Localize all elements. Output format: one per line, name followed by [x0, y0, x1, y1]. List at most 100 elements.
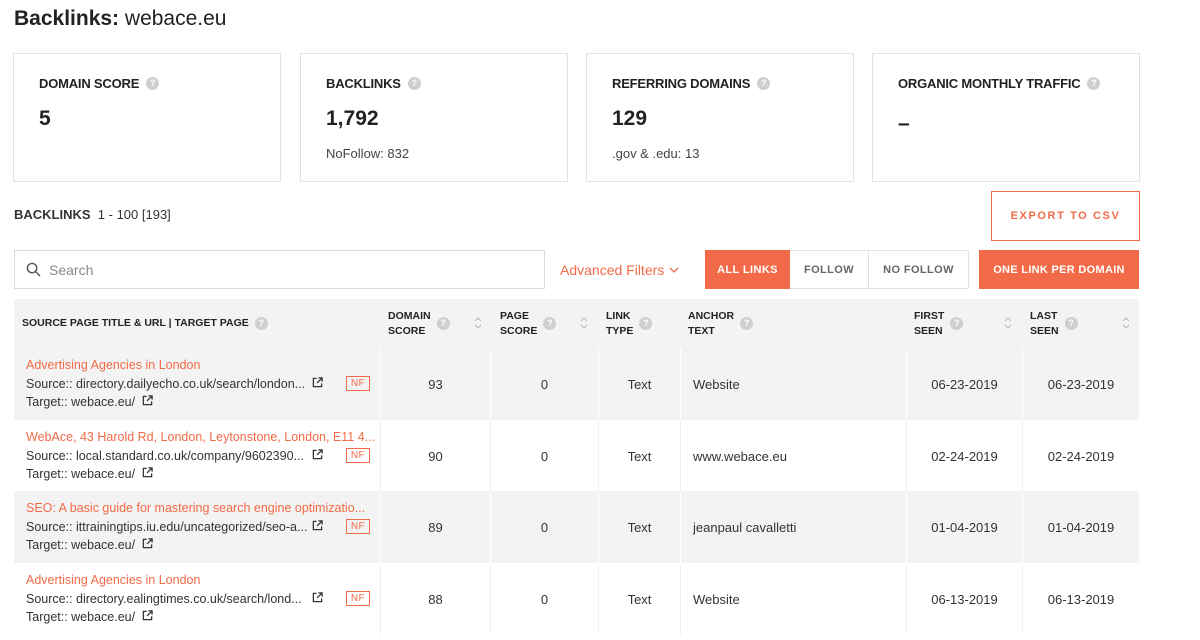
column-page-score[interactable]: PAGE SCORE ? — [500, 299, 557, 348]
column-divider — [680, 563, 681, 635]
column-label-line: LINK — [606, 309, 631, 322]
column-label-line: DOMAIN — [388, 309, 431, 322]
first-seen-cell: 06-23-2019 — [931, 376, 998, 392]
page-score-cell: 0 — [540, 519, 549, 535]
domain-score-card: DOMAIN SCORE? 5 — [13, 53, 281, 182]
column-label-line: TEXT — [688, 324, 715, 337]
filter-no-follow[interactable]: NO FOLLOW — [868, 250, 969, 289]
nofollow-badge: NF — [346, 448, 370, 463]
anchor-text-cell: Website — [693, 376, 740, 392]
source-url: Source:: ittrainingtips.iu.edu/uncategor… — [26, 520, 308, 534]
source-page-title-link[interactable]: Advertising Agencies in London — [26, 573, 200, 587]
external-link-icon[interactable] — [312, 449, 323, 460]
column-divider — [680, 491, 681, 563]
sort-icon[interactable] — [579, 314, 589, 332]
page-title: Backlinks: webace.eu — [14, 7, 226, 31]
backlinks-range-label: BACKLINKS 1 - 100 [193] — [14, 207, 171, 222]
card-value: 129 — [612, 107, 648, 130]
link-type-cell: Text — [627, 591, 652, 607]
sort-icon[interactable] — [1003, 314, 1013, 332]
column-divider — [680, 420, 681, 492]
help-icon[interactable]: ? — [254, 317, 268, 330]
external-link-icon[interactable] — [312, 520, 323, 531]
domain-score-cell: 90 — [428, 448, 443, 464]
target-url: Target:: webace.eu/ — [26, 467, 136, 481]
organic-traffic-card: ORGANIC MONTHLY TRAFFIC? – — [872, 53, 1140, 182]
link-type-cell: Text — [627, 448, 652, 464]
column-label-line: PAGE — [500, 309, 529, 322]
anchor-text-cell: www.webace.eu — [693, 448, 787, 464]
help-icon[interactable]: ? — [407, 77, 421, 90]
domain-score-cell: 93 — [428, 376, 443, 392]
card-label: BACKLINKS — [326, 76, 401, 91]
column-label-line: SEEN — [914, 324, 943, 337]
first-seen-cell: 02-24-2019 — [931, 448, 998, 464]
help-icon[interactable]: ? — [543, 317, 557, 330]
column-first-seen[interactable]: FIRST SEEN ? — [914, 299, 964, 348]
help-icon[interactable]: ? — [740, 317, 754, 330]
source-url: Source:: local.standard.co.uk/company/96… — [26, 449, 304, 463]
card-value: 1,792 — [326, 107, 379, 130]
column-label-line: SCORE — [500, 324, 538, 337]
column-link-type[interactable]: LINK TYPE ? — [606, 299, 653, 348]
source-page-title-link[interactable]: WebAce, 43 Harold Rd, London, Leytonston… — [26, 430, 375, 444]
anchor-text-cell: Website — [693, 591, 740, 607]
help-icon[interactable]: ? — [146, 77, 160, 90]
column-divider — [680, 348, 681, 420]
target-url: Target:: webace.eu/ — [26, 610, 136, 624]
help-icon[interactable]: ? — [757, 77, 771, 90]
filter-follow[interactable]: FOLLOW — [790, 250, 869, 289]
external-link-icon[interactable] — [142, 395, 153, 406]
help-icon[interactable]: ? — [950, 317, 964, 330]
one-link-per-domain-button[interactable]: ONE LINK PER DOMAIN — [979, 250, 1139, 289]
table-header: SOURCE PAGE TITLE & URL | TARGET PAGE ? … — [14, 299, 1139, 348]
column-label-line: ANCHOR — [688, 309, 735, 322]
external-link-icon[interactable] — [142, 610, 153, 621]
search-input[interactable] — [49, 261, 529, 278]
last-seen-cell: 06-13-2019 — [1047, 591, 1115, 607]
help-icon[interactable]: ? — [436, 317, 450, 330]
column-last-seen[interactable]: LAST SEEN ? — [1030, 299, 1078, 348]
nofollow-badge: NF — [346, 591, 370, 606]
card-value: – — [898, 112, 910, 135]
last-seen-cell: 02-24-2019 — [1047, 448, 1115, 464]
source-page-title-link[interactable]: Advertising Agencies in London — [26, 358, 200, 372]
table-row: Advertising Agencies in London Source:: … — [14, 348, 1139, 420]
anchor-text-cell: jeanpaul cavalletti — [693, 519, 797, 535]
chevron-down-icon — [669, 267, 679, 273]
first-seen-cell: 01-04-2019 — [931, 519, 998, 535]
source-url: Source:: directory.dailyecho.co.uk/searc… — [26, 377, 306, 391]
column-domain-score[interactable]: DOMAIN SCORE ? — [388, 299, 450, 348]
external-link-icon[interactable] — [312, 377, 323, 388]
column-label-line: LAST — [1030, 309, 1058, 322]
card-label: ORGANIC MONTHLY TRAFFIC — [898, 76, 1081, 91]
page-score-cell: 0 — [540, 591, 549, 607]
nofollow-badge: NF — [346, 376, 370, 391]
column-label-line: SEEN — [1030, 324, 1059, 337]
sort-icon[interactable] — [1121, 314, 1131, 332]
link-type-cell: Text — [627, 519, 652, 535]
table-row: SEO: A basic guide for mastering search … — [14, 491, 1139, 563]
column-source[interactable]: SOURCE PAGE TITLE & URL | TARGET PAGE ? — [22, 299, 268, 348]
help-icon[interactable]: ? — [1087, 77, 1101, 90]
search-box[interactable] — [14, 250, 545, 289]
help-icon[interactable]: ? — [639, 317, 653, 330]
search-icon — [26, 262, 41, 277]
link-type-cell: Text — [627, 376, 652, 392]
source-page-title-link[interactable]: SEO: A basic guide for mastering search … — [26, 501, 365, 515]
help-icon[interactable]: ? — [1064, 317, 1078, 330]
external-link-icon[interactable] — [142, 538, 153, 549]
external-link-icon[interactable] — [312, 592, 323, 603]
sort-icon[interactable] — [473, 314, 483, 332]
external-link-icon[interactable] — [142, 467, 153, 478]
column-label-line: FIRST — [914, 309, 945, 322]
export-csv-button[interactable]: EXPORT TO CSV — [991, 191, 1140, 241]
source-url: Source:: directory.ealingtimes.co.uk/sea… — [26, 592, 302, 606]
filter-all-links[interactable]: ALL LINKS — [705, 250, 790, 289]
nofollow-badge: NF — [346, 519, 370, 534]
table-row: Advertising Agencies in London Source:: … — [14, 563, 1139, 635]
column-anchor-text[interactable]: ANCHOR TEXT ? — [688, 299, 754, 348]
column-label-line: SCORE — [388, 324, 426, 337]
table-row: WebAce, 43 Harold Rd, London, Leytonston… — [14, 420, 1139, 492]
advanced-filters-toggle[interactable]: Advanced Filters — [560, 262, 679, 278]
